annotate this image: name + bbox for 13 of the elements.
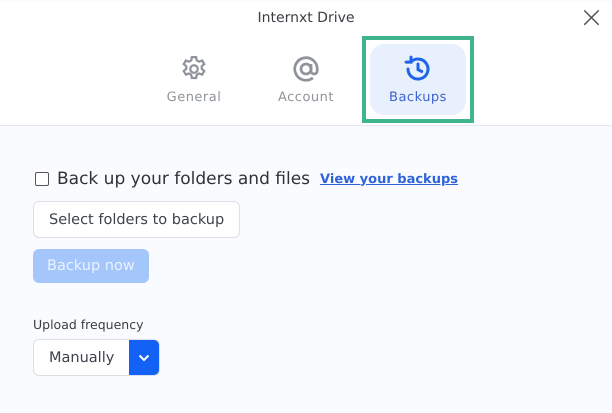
tab[interactable]: General <box>146 44 242 115</box>
chevron-down-icon[interactable] <box>129 340 159 375</box>
frequency-dropdown[interactable]: Manually <box>33 339 160 376</box>
field-label: Upload frequency <box>33 317 144 332</box>
view-backups-link[interactable]: View your backups <box>320 172 458 186</box>
tab[interactable]: Account <box>258 44 354 115</box>
close-button[interactable]: × <box>578 4 604 32</box>
at-sign-icon <box>291 54 321 84</box>
checkbox[interactable] <box>35 172 49 186</box>
tab[interactable]: Backups <box>370 44 466 115</box>
checkbox-label: Back up your folders and files <box>57 169 310 189</box>
window-title: Internxt Drive <box>257 10 355 26</box>
select-folders-button[interactable]: Select folders to backup <box>33 201 240 238</box>
